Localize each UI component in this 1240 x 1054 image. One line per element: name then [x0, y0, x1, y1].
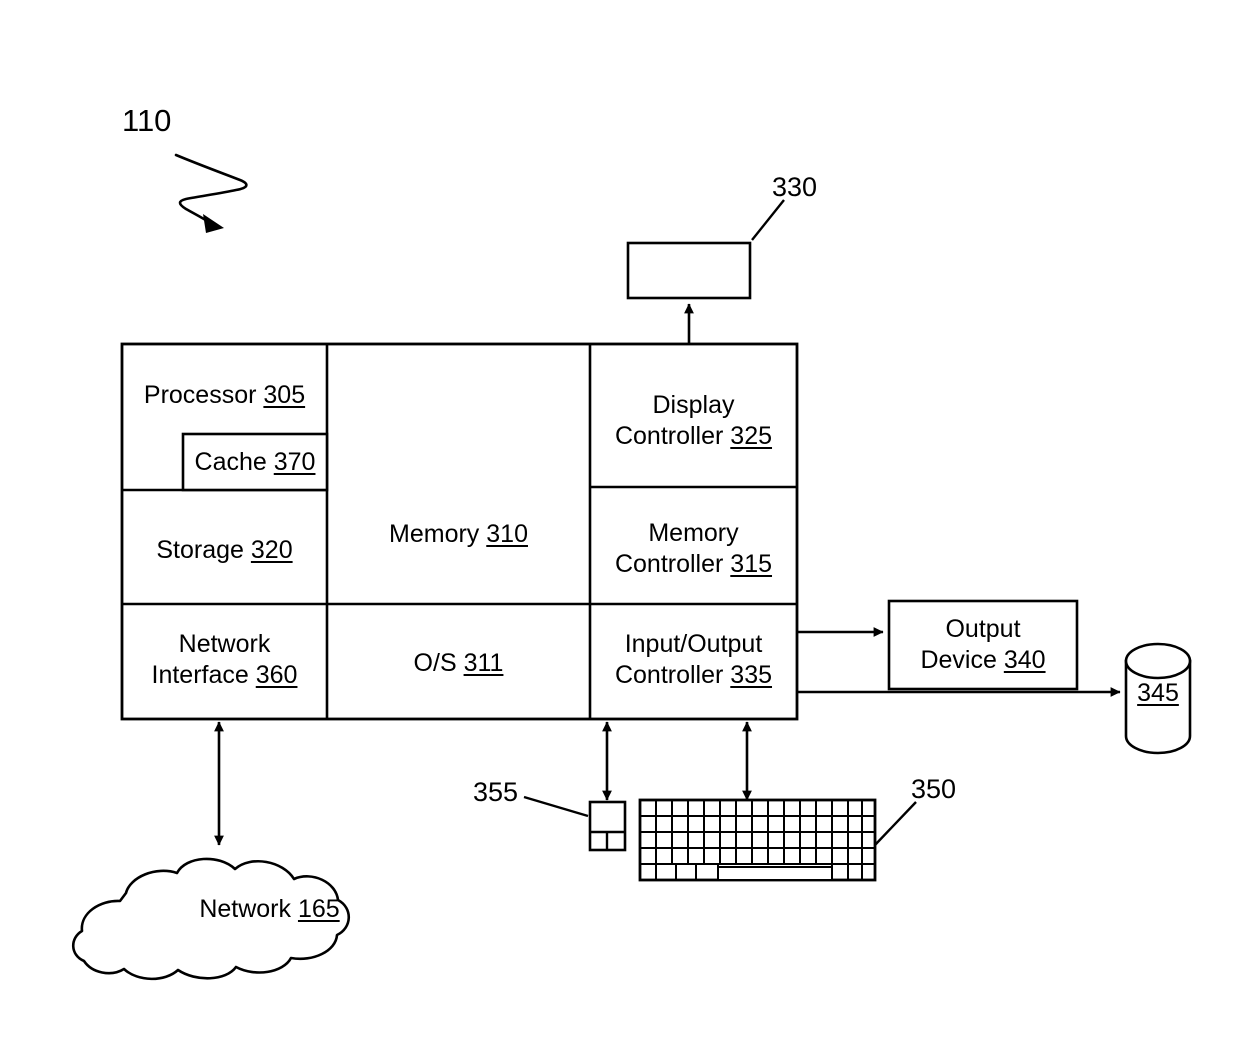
display-reference-number: 330: [772, 172, 818, 202]
keyboard-device[interactable]: [638, 798, 877, 882]
figure-reference-leader: [174, 153, 248, 233]
mouse-device[interactable]: [588, 800, 627, 852]
system-box-outline: [120, 342, 799, 721]
database-cylinder[interactable]: [1124, 642, 1192, 755]
keyboard-reference-number: 350: [911, 774, 957, 804]
cache-box[interactable]: [181, 432, 329, 492]
display-reference-leader: [751, 199, 785, 241]
network-cloud[interactable]: [71, 857, 351, 981]
diagram-canvas: [71, 153, 1192, 981]
patent-figure: 110 330 Processor 305 Cache 370 Storage …: [0, 0, 1240, 1054]
mouse-reference-leader: [523, 795, 589, 818]
display-box[interactable]: [626, 241, 752, 300]
keyboard-reference-leader: [874, 801, 917, 846]
figure-reference-number: 110: [122, 103, 172, 138]
mouse-reference-number: 355: [473, 777, 519, 807]
output-device-box[interactable]: [887, 599, 1079, 691]
